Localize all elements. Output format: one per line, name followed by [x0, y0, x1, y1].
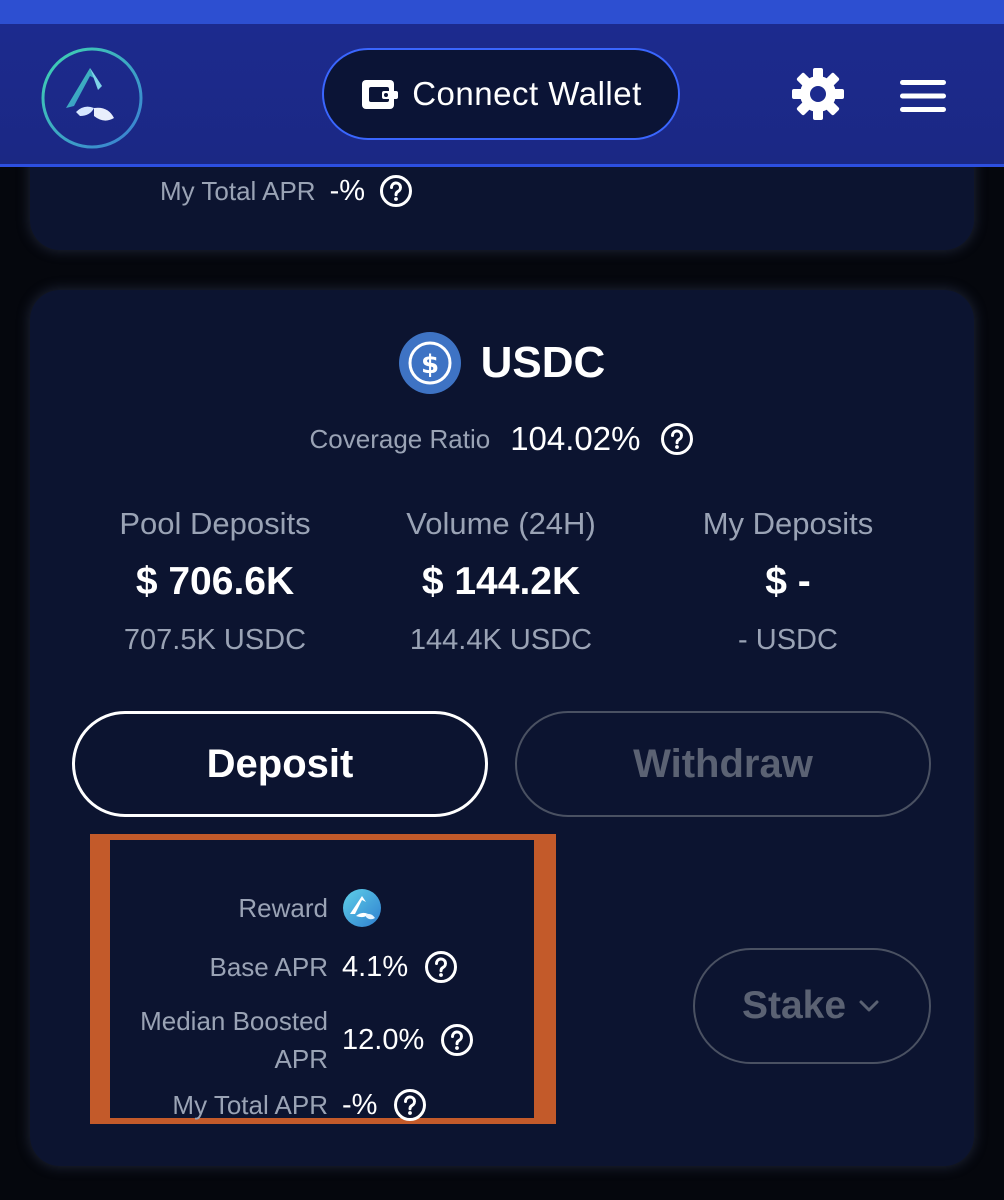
- median-boosted-apr-value: 12.0%: [342, 1023, 425, 1056]
- my-deposits-stat: My Deposits $ - - USDC: [638, 506, 938, 657]
- reward-row: Reward: [112, 888, 412, 928]
- usdc-pool-card: $ USDC Coverage Ratio 104.02% Pool Depos…: [30, 290, 974, 1166]
- stat-token-amount: - USDC: [738, 624, 838, 656]
- token-name: USDC: [480, 338, 606, 387]
- stat-label: Pool Deposits: [119, 506, 311, 541]
- pool-deposits-stat: Pool Deposits $ 706.6K 707.5K USDC: [65, 506, 365, 657]
- svg-text:$: $: [421, 350, 439, 380]
- coverage-ratio-value: 104.02%: [510, 420, 641, 457]
- help-icon[interactable]: [424, 950, 458, 984]
- stat-label: Volume (24H): [406, 506, 596, 541]
- deposit-button[interactable]: Deposit: [72, 711, 488, 817]
- settings-gear-icon[interactable]: [790, 66, 846, 122]
- top-navbar: Connect Wallet: [0, 24, 1004, 167]
- reward-token-icon: [343, 889, 381, 927]
- volume-24h-stat: Volume (24H) $ 144.2K 144.4K USDC: [351, 506, 651, 657]
- my-total-apr-value: -%: [342, 1088, 378, 1121]
- base-apr-label: Base APR: [209, 951, 328, 982]
- help-icon[interactable]: [393, 1088, 427, 1122]
- help-icon[interactable]: [440, 1023, 474, 1057]
- connect-wallet-button[interactable]: Connect Wallet: [322, 48, 680, 140]
- stake-dropdown-button[interactable]: Stake: [693, 948, 931, 1064]
- help-icon[interactable]: [660, 422, 694, 456]
- my-total-apr-label: My Total APR: [172, 1089, 328, 1120]
- help-icon[interactable]: [379, 174, 413, 208]
- stat-usd-value: $ 144.2K: [421, 560, 581, 603]
- stat-token-amount: 144.4K USDC: [409, 624, 593, 656]
- connect-wallet-label: Connect Wallet: [412, 75, 642, 112]
- coverage-ratio-row: Coverage Ratio 104.02%: [30, 420, 974, 458]
- stat-label: My Deposits: [702, 506, 874, 541]
- median-boosted-apr-row: Median Boosted APR 12.0%: [112, 1002, 474, 1078]
- top-accent-strip: [0, 0, 1004, 24]
- reward-label: Reward: [238, 892, 328, 923]
- withdraw-button[interactable]: Withdraw: [515, 711, 931, 817]
- my-total-apr-value: -%: [329, 174, 366, 207]
- wallet-icon: [362, 80, 399, 109]
- usdc-token-icon: $: [398, 332, 461, 394]
- my-total-apr-row: My Total APR -%: [112, 1088, 427, 1122]
- hamburger-menu-icon[interactable]: [898, 76, 948, 116]
- base-apr-value: 4.1%: [342, 950, 409, 983]
- my-total-apr-row: My Total APR -%: [160, 174, 413, 208]
- stat-usd-value: $ 706.6K: [135, 560, 295, 603]
- token-header: $ USDC: [30, 332, 974, 394]
- stat-token-amount: 707.5K USDC: [123, 624, 307, 656]
- stake-label: Stake: [741, 984, 847, 1027]
- chevron-down-icon: [859, 1000, 879, 1012]
- my-total-apr-label: My Total APR: [160, 175, 316, 206]
- app-logo-icon[interactable]: [40, 46, 144, 150]
- median-boosted-apr-label: Median Boosted APR: [140, 1006, 328, 1074]
- stat-usd-value: $ -: [765, 560, 811, 603]
- base-apr-row: Base APR 4.1%: [112, 950, 458, 984]
- coverage-ratio-label: Coverage Ratio: [309, 423, 491, 454]
